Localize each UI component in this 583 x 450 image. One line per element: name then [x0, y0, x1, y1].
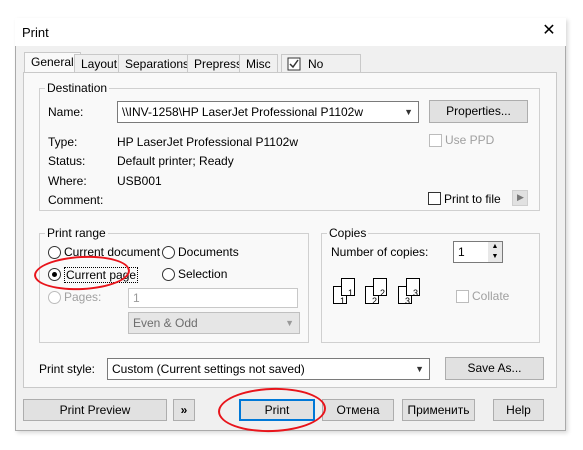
collate-checkbox[interactable] [456, 290, 469, 303]
cancel-button[interactable]: Отмена [322, 399, 394, 421]
expand-preview-icon[interactable]: » [173, 399, 195, 421]
print-to-file-label: Print to file [444, 192, 501, 206]
pages-radio[interactable] [48, 291, 61, 304]
spin-up-icon[interactable]: ▲ [488, 242, 502, 252]
type-label: Type: [48, 135, 78, 149]
even-odd-select[interactable]: Even & Odd ▼ [128, 312, 300, 334]
print-range-legend: Print range [45, 226, 108, 240]
current-document-radio[interactable] [48, 246, 61, 259]
selection-label: Selection [178, 267, 228, 281]
title-bar [15, 18, 566, 46]
number-of-copies-label: Number of copies: [331, 245, 429, 259]
printer-name-value: \\INV-1258\HP LaserJet Professional P110… [122, 105, 364, 119]
chevron-down-icon: ▼ [285, 318, 294, 328]
use-ppd-checkbox[interactable] [429, 134, 442, 147]
help-button[interactable]: Help [493, 399, 544, 421]
comment-label: Comment: [48, 193, 104, 207]
name-label: Name: [48, 105, 84, 119]
copies-legend: Copies [327, 226, 369, 240]
destination-legend: Destination [45, 81, 110, 95]
close-icon[interactable]: ✕ [540, 22, 558, 40]
chevron-down-icon: ▼ [415, 364, 424, 374]
tab-separations[interactable]: Separations [118, 54, 197, 73]
collate-label: Collate [472, 289, 510, 303]
status-value: Default printer; Ready [117, 154, 234, 168]
print-to-file-arrow-button[interactable]: ▶ [512, 190, 528, 206]
spin-down-icon[interactable]: ▼ [488, 252, 502, 262]
selection-radio[interactable] [162, 268, 175, 281]
pages-input[interactable]: 1 [128, 288, 298, 308]
type-value: HP LaserJet Professional P1102w [117, 135, 298, 149]
chevron-down-icon: ▼ [404, 107, 413, 117]
documents-label: Documents [178, 245, 239, 259]
copies-spinner[interactable]: 1 ▲ ▼ [453, 241, 503, 263]
status-label: Status: [48, 154, 86, 168]
window-title: Print [22, 25, 49, 40]
copies-value: 1 [458, 245, 465, 259]
print-to-file-checkbox[interactable] [428, 192, 441, 205]
printer-name-select[interactable]: \\INV-1258\HP LaserJet Professional P110… [117, 101, 419, 123]
triangle-right-icon: ▶ [517, 192, 524, 202]
print-style-label: Print style: [39, 362, 96, 376]
tab-misc[interactable]: Misc [239, 54, 278, 73]
save-as-button[interactable]: Save As... [445, 357, 544, 380]
properties-button[interactable]: Properties... [429, 100, 528, 123]
apply-button[interactable]: Применить [402, 399, 475, 421]
documents-radio[interactable] [162, 246, 175, 259]
print-style-value: Custom (Current settings not saved) [112, 362, 305, 376]
even-odd-value: Even & Odd [133, 316, 198, 330]
tab-general[interactable]: General [24, 52, 81, 73]
print-preview-button[interactable]: Print Preview [23, 399, 167, 421]
where-label: Where: [48, 174, 87, 188]
collate-preview-icon: 1 1 2 2 3 3 [331, 276, 431, 308]
use-ppd-label: Use PPD [445, 133, 495, 147]
print-style-select[interactable]: Custom (Current settings not saved) ▼ [107, 358, 430, 380]
pages-label: Pages: [64, 290, 102, 304]
where-value: USB001 [117, 174, 162, 188]
tab-layout[interactable]: Layout [74, 54, 125, 73]
no-issues-icon [287, 57, 301, 71]
